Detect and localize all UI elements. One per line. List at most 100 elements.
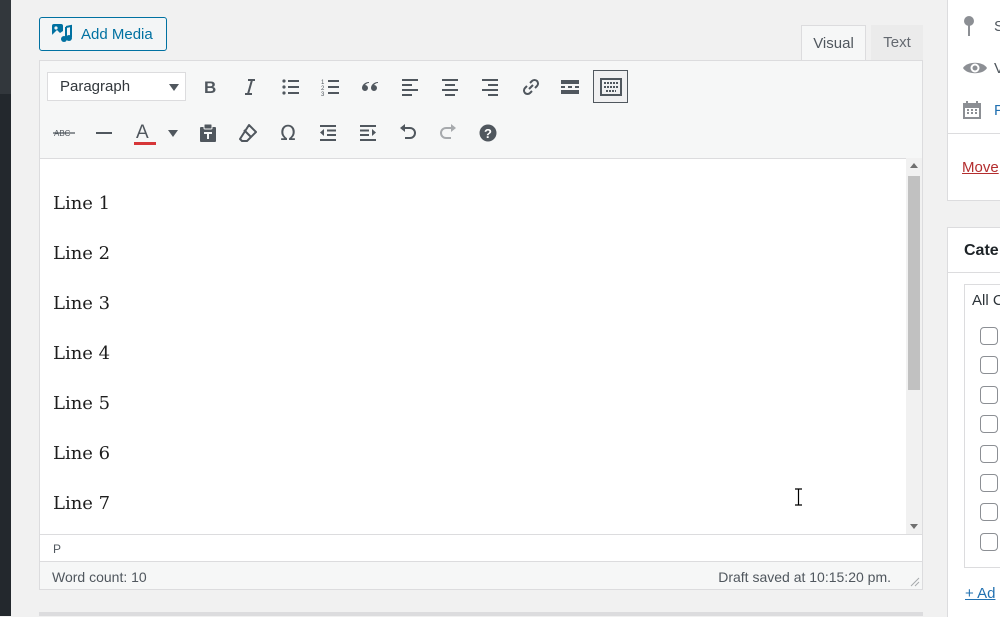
toolbar-toggle-button[interactable] [593, 70, 628, 103]
align-center-button[interactable] [434, 71, 466, 103]
editor-scrollbar[interactable] [906, 158, 922, 534]
add-media-button[interactable]: Add Media [39, 17, 167, 51]
italic-icon [245, 79, 255, 95]
category-checkbox[interactable] [980, 415, 998, 433]
horizontal-line-icon [96, 132, 112, 134]
bulleted-list-button[interactable] [275, 71, 307, 103]
outdent-icon [320, 125, 336, 141]
admin-menu-edge [0, 0, 11, 616]
text-color-icon: A [134, 122, 156, 145]
pin-icon [964, 16, 974, 36]
element-path-p[interactable]: P [53, 542, 61, 556]
autosave-status: Draft saved at 10:15:20 pm. [718, 569, 891, 585]
paste-as-text-icon [200, 123, 216, 142]
editor-bottom-border [39, 612, 923, 616]
strikethrough-button[interactable]: ABC [48, 117, 80, 149]
bold-button[interactable]: B [194, 71, 226, 103]
bulleted-list-icon [282, 79, 299, 95]
move-to-trash-link[interactable]: Move [962, 159, 999, 176]
publish-immediately-label[interactable]: P [994, 102, 1000, 119]
editor-content[interactable]: Line 1 Line 2 Line 3 Line 4 Line 5 Line … [40, 158, 906, 534]
redo-button[interactable] [432, 117, 464, 149]
keyboard-shortcuts-button[interactable]: ? [472, 117, 504, 149]
svg-text:3: 3 [321, 92, 325, 97]
text-color-label: A [136, 122, 149, 143]
format-select-value: Paragraph [60, 78, 131, 95]
calendar-icon [963, 101, 981, 119]
category-checkbox[interactable] [980, 533, 998, 551]
scrollbar-thumb[interactable] [908, 176, 920, 390]
clear-formatting-button[interactable] [232, 117, 264, 149]
paste-as-text-button[interactable] [192, 117, 224, 149]
format-select[interactable]: Paragraph [47, 72, 186, 101]
media-icon [52, 24, 72, 42]
special-character-button[interactable]: Ω [272, 117, 304, 149]
paragraph-line: Line 5 [53, 393, 111, 414]
add-new-category-link[interactable]: + Ad [965, 585, 995, 602]
clear-formatting-icon [239, 124, 257, 142]
align-right-button[interactable] [474, 71, 506, 103]
bold-icon: B [204, 78, 216, 97]
text-cursor-icon [795, 488, 802, 506]
categories-box: Cate All C + Ad [947, 227, 1000, 617]
redo-icon [440, 124, 456, 139]
italic-button[interactable] [234, 71, 266, 103]
categories-divider [948, 272, 1000, 273]
text-color-button[interactable]: A [128, 117, 160, 149]
paragraph-line: Line 3 [53, 293, 111, 314]
paragraph-line: Line 6 [53, 443, 111, 464]
read-more-button[interactable] [554, 71, 586, 103]
editor-statusbar: Word count: 10 Draft saved at 10:15:20 p… [40, 561, 922, 589]
horizontal-line-button[interactable] [88, 117, 120, 149]
insert-link-button[interactable] [515, 71, 547, 103]
paragraph-line: Line 2 [53, 243, 111, 264]
paragraph-line: Line 4 [53, 343, 111, 364]
category-checkbox[interactable] [980, 327, 998, 345]
undo-icon [400, 124, 416, 139]
align-left-button[interactable] [394, 71, 426, 103]
chevron-down-icon [168, 129, 178, 137]
toolbar-toggle-icon [599, 77, 622, 96]
blockquote-button[interactable] [354, 71, 386, 103]
numbered-list-button[interactable]: 1 2 3 [315, 71, 347, 103]
category-checkbox[interactable] [980, 356, 998, 374]
category-checkbox[interactable] [980, 474, 998, 492]
paragraph-line: Line 7 [53, 493, 111, 514]
category-checkbox[interactable] [980, 503, 998, 521]
add-media-label: Add Media [81, 25, 153, 43]
numbered-list-icon: 1 2 3 [321, 80, 339, 97]
svg-text:?: ? [484, 126, 492, 141]
outdent-button[interactable] [312, 117, 344, 149]
strikethrough-icon: ABC [53, 129, 75, 138]
omega-icon: Ω [280, 121, 296, 145]
scroll-down-icon[interactable] [910, 524, 918, 529]
admin-menu-active-edge [0, 0, 11, 94]
tab-visual[interactable]: Visual [801, 25, 866, 60]
svg-text:B: B [204, 78, 216, 97]
visibility-label: V [994, 60, 1000, 77]
chevron-down-icon [169, 84, 179, 91]
category-checkbox[interactable] [980, 386, 998, 404]
classic-editor: Paragraph B 1 2 3 ABC A Ω ? Line 1 Line … [39, 60, 923, 590]
word-count: Word count: 10 [52, 569, 147, 585]
categories-title[interactable]: Cate [964, 242, 999, 260]
read-more-icon [561, 80, 579, 94]
resize-handle-icon[interactable] [908, 575, 920, 587]
element-path[interactable]: P [40, 534, 922, 561]
align-left-icon [402, 79, 418, 96]
publish-box: S V P Move [947, 0, 1000, 201]
text-color-dropdown[interactable] [162, 117, 184, 149]
align-center-icon [442, 79, 458, 96]
scroll-up-icon[interactable] [910, 163, 918, 168]
category-checkbox[interactable] [980, 445, 998, 463]
help-icon: ? [479, 124, 497, 142]
indent-button[interactable] [352, 117, 384, 149]
undo-button[interactable] [392, 117, 424, 149]
tab-text[interactable]: Text [871, 25, 923, 60]
align-right-icon [482, 79, 498, 96]
paragraph-line: Line 1 [53, 193, 111, 214]
indent-icon [360, 125, 376, 141]
insert-link-icon [522, 78, 540, 96]
tab-all-categories[interactable]: All C [972, 292, 1000, 309]
blockquote-icon [362, 82, 378, 91]
